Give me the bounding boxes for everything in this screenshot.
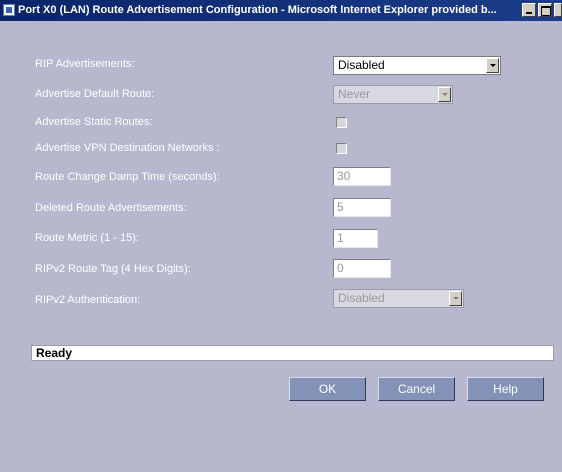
help-button[interactable]: Help — [467, 377, 544, 401]
advertise-static-routes-label: Advertise Static Routes: — [35, 116, 153, 128]
deleted-route-advertisements-label: Deleted Route Advertisements: — [35, 202, 187, 214]
close-icon[interactable] — [554, 3, 562, 17]
status-bar: Ready — [31, 345, 554, 361]
dialog-window: Port X0 (LAN) Route Advertisement Config… — [0, 0, 562, 472]
rip-advertisements-label: RIP Advertisements: — [35, 58, 135, 70]
ripv2-authentication-label: RIPv2 Authentication: — [35, 294, 141, 306]
cancel-button[interactable]: Cancel — [378, 377, 455, 401]
ripv2-route-tag-label: RIPv2 Route Tag (4 Hex Digits): — [35, 263, 191, 275]
ie-page-icon — [3, 4, 15, 16]
maximize-icon[interactable] — [538, 3, 552, 17]
ok-button[interactable]: OK — [289, 377, 366, 401]
ripv2-authentication-value: Disabled — [338, 291, 385, 305]
route-metric-input[interactable]: 1 — [333, 229, 378, 248]
deleted-route-advertisements-input[interactable]: 5 — [333, 198, 391, 217]
ripv2-authentication-select[interactable]: Disabled — [333, 289, 464, 308]
rip-advertisements-value: Disabled — [338, 58, 385, 72]
advertise-default-route-select[interactable]: Never — [333, 85, 453, 104]
route-change-damp-time-input[interactable]: 30 — [333, 167, 391, 186]
title-bar[interactable]: Port X0 (LAN) Route Advertisement Config… — [0, 0, 562, 21]
advertise-default-route-value: Never — [338, 87, 371, 101]
ripv2-route-tag-input[interactable]: 0 — [333, 259, 391, 278]
chevron-down-icon[interactable] — [486, 58, 499, 73]
advertise-vpn-networks-checkbox[interactable] — [336, 143, 347, 154]
advertise-default-route-label: Advertise Default Route: — [35, 88, 155, 100]
window-controls — [522, 3, 562, 18]
route-change-damp-time-label: Route Change Damp Time (seconds): — [35, 171, 220, 183]
window-title: Port X0 (LAN) Route Advertisement Config… — [18, 4, 497, 16]
advertise-static-routes-checkbox[interactable] — [336, 117, 347, 128]
rip-advertisements-select[interactable]: Disabled — [333, 56, 501, 75]
minimize-icon[interactable] — [522, 3, 536, 17]
chevron-down-icon[interactable] — [449, 291, 462, 306]
advertise-vpn-networks-label: Advertise VPN Destination Networks : — [35, 142, 220, 154]
chevron-down-icon[interactable] — [438, 87, 451, 102]
route-metric-label: Route Metric (1 - 15): — [35, 232, 139, 244]
